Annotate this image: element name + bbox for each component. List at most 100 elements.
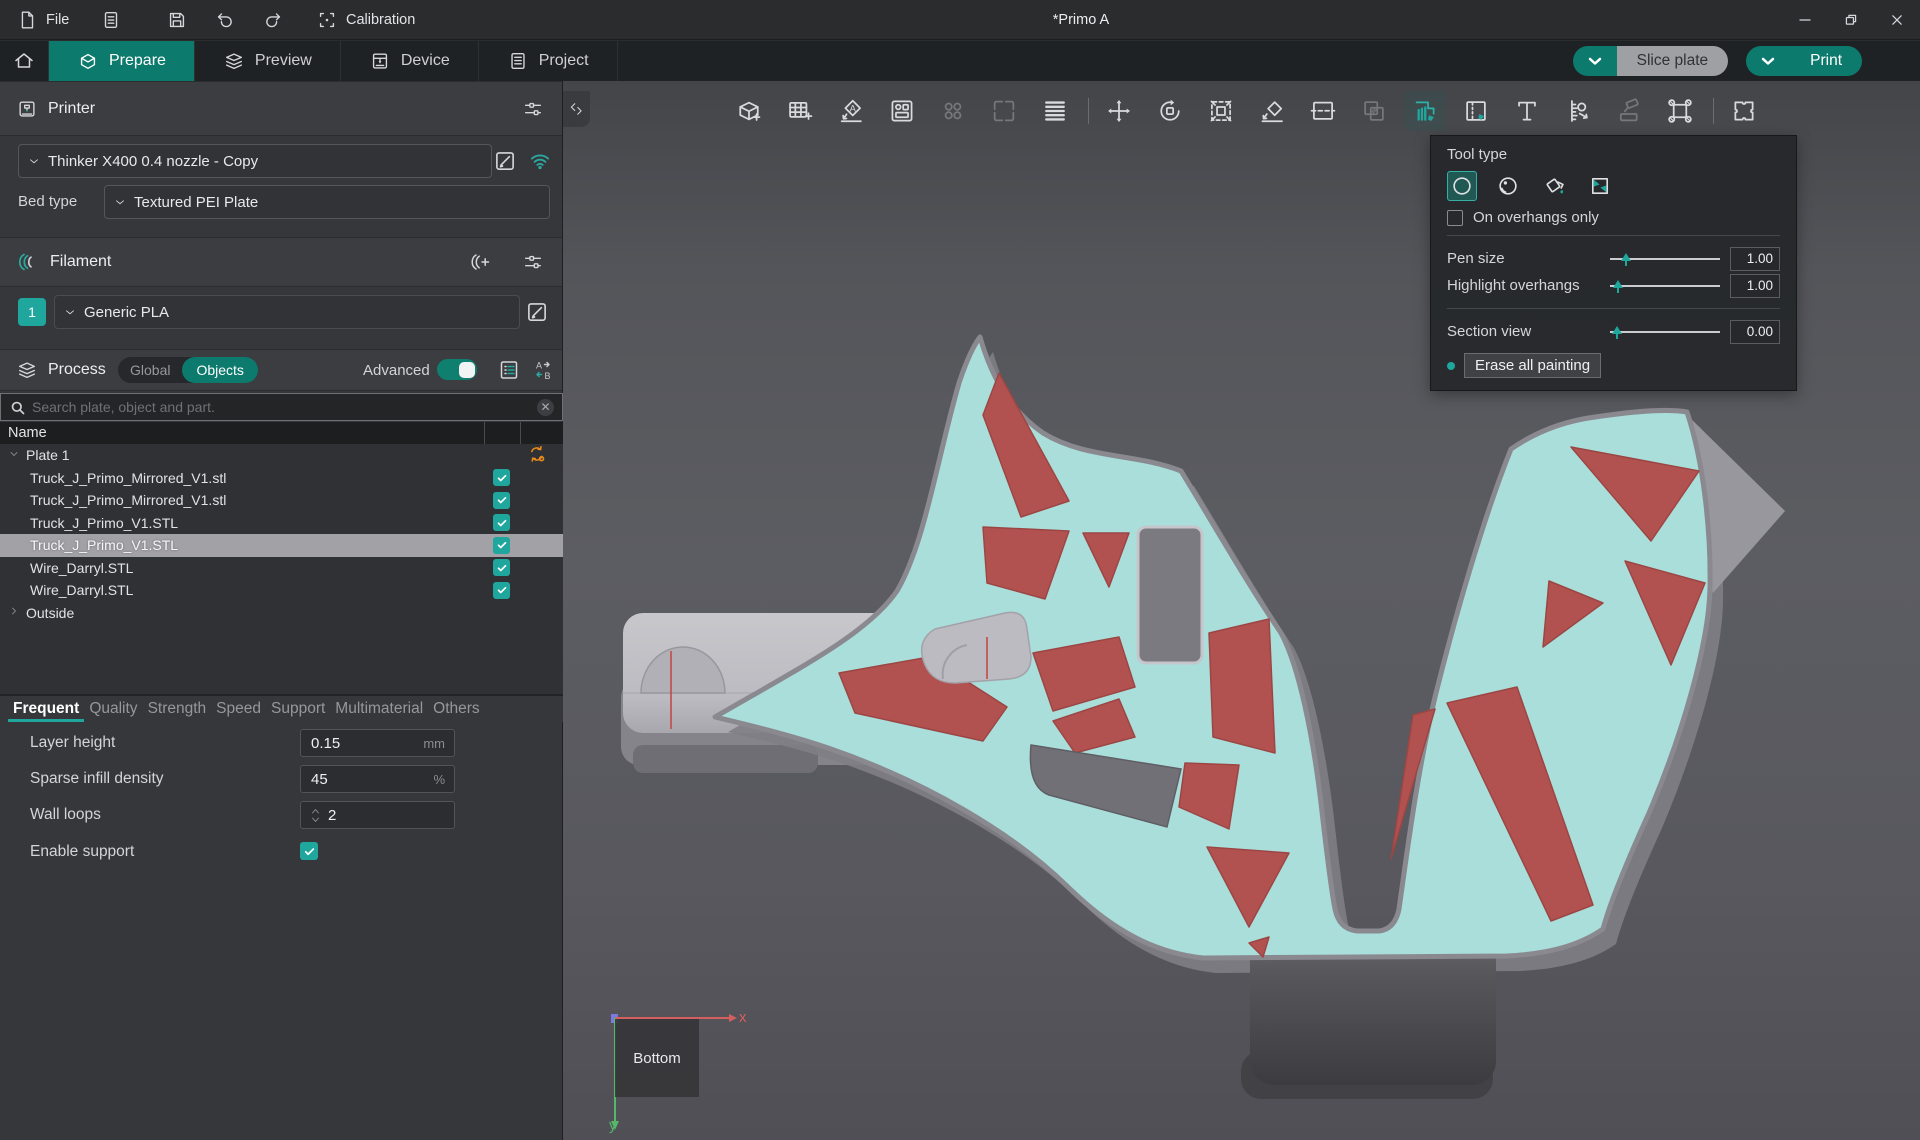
close-button[interactable] <box>1874 0 1920 40</box>
visibility-checkbox[interactable] <box>493 582 510 599</box>
slider-handle[interactable] <box>1612 326 1622 334</box>
object-row[interactable]: Truck_J_Primo_Mirrored_V1.stl <box>0 489 563 512</box>
slider-handle[interactable] <box>1613 280 1623 288</box>
filament-slot-badge[interactable]: 1 <box>18 298 46 326</box>
save-button[interactable] <box>166 0 188 40</box>
minimize-button[interactable] <box>1782 0 1828 40</box>
visibility-checkbox[interactable] <box>493 492 510 509</box>
tab-prepare[interactable]: Prepare <box>49 41 195 81</box>
layer-height-input[interactable] <box>301 735 401 752</box>
filament-section-title: Filament <box>50 253 111 271</box>
print-dropdown-button[interactable] <box>1746 46 1790 76</box>
slider-handle[interactable] <box>1621 253 1631 261</box>
slice-plate-button[interactable]: Slice plate <box>1617 46 1729 76</box>
column-divider <box>484 422 485 446</box>
pen-size-value[interactable]: 1.00 <box>1730 247 1780 271</box>
object-row[interactable]: Wire_Darryl.STL <box>0 557 563 580</box>
visibility-checkbox[interactable] <box>493 537 510 554</box>
parameter-table-icon[interactable] <box>497 358 521 382</box>
object-row[interactable]: Truck_J_Primo_V1.STL <box>0 512 563 535</box>
settings-tab-multimaterial[interactable]: Multimaterial <box>330 696 428 722</box>
scope-objects-button[interactable]: Objects <box>182 357 257 383</box>
print-button[interactable]: Print <box>1790 46 1862 76</box>
check-icon <box>496 472 508 484</box>
plate-row[interactable]: Plate 1 <box>0 444 563 467</box>
wall-loops-input[interactable] <box>322 807 422 824</box>
menu-button[interactable] <box>100 0 122 40</box>
tab-project[interactable]: Project <box>479 41 618 81</box>
search-clear-button[interactable]: ✕ <box>537 399 554 416</box>
visibility-checkbox[interactable] <box>493 469 510 486</box>
viewport-3d[interactable]: A <box>563 81 1920 1140</box>
slice-dropdown-button[interactable] <box>1573 46 1617 76</box>
advanced-toggle[interactable] <box>437 359 477 380</box>
filament-settings-icon[interactable] <box>522 251 544 273</box>
restore-button[interactable] <box>1828 0 1874 40</box>
settings-tab-support[interactable]: Support <box>266 696 330 722</box>
settings-tab-others[interactable]: Others <box>428 696 485 722</box>
expand-caret-icon[interactable] <box>8 605 20 617</box>
printer-icon <box>16 98 38 120</box>
scope-global-button[interactable]: Global <box>118 362 182 378</box>
enable-support-checkbox[interactable] <box>300 842 318 860</box>
gap-fill-tool-icon[interactable] <box>1585 171 1615 201</box>
view-cube[interactable]: Bottom x y <box>603 1009 763 1139</box>
object-label: Truck_J_Primo_Mirrored_V1.stl <box>0 492 226 508</box>
wifi-icon[interactable] <box>527 148 553 174</box>
file-menu-label: File <box>46 12 69 28</box>
printer-settings-icon[interactable] <box>522 98 544 120</box>
enable-support-row: Enable support <box>0 838 563 868</box>
refresh-plate-icon[interactable] <box>527 444 548 465</box>
add-filament-icon[interactable] <box>468 250 492 274</box>
object-row[interactable]: Truck_J_Primo_Mirrored_V1.stl <box>0 467 563 490</box>
highlight-overhangs-value[interactable]: 1.00 <box>1730 274 1780 298</box>
compare-presets-icon[interactable]: AB <box>531 358 555 382</box>
pen-size-slider[interactable] <box>1610 251 1720 267</box>
file-menu[interactable]: File <box>16 0 69 40</box>
visibility-checkbox[interactable] <box>493 559 510 576</box>
section-view-value[interactable]: 0.00 <box>1730 320 1780 344</box>
collapse-caret-icon[interactable] <box>8 448 20 460</box>
edit-printer-icon[interactable] <box>492 148 518 174</box>
settings-tab-speed[interactable]: Speed <box>211 696 266 722</box>
overhangs-checkbox[interactable] <box>1447 210 1463 226</box>
print-group: Print <box>1746 46 1862 76</box>
infill-density-input[interactable] <box>301 771 401 788</box>
circle-brush-icon[interactable] <box>1447 171 1477 201</box>
fill-tool-icon[interactable] <box>1539 171 1569 201</box>
home-button[interactable] <box>0 41 49 81</box>
redo-icon <box>262 9 284 31</box>
calibration-icon <box>316 9 338 31</box>
highlight-overhangs-slider[interactable] <box>1610 278 1720 294</box>
tab-project-label: Project <box>539 52 589 70</box>
object-row[interactable]: Wire_Darryl.STL <box>0 579 563 602</box>
object-row[interactable]: Truck_J_Primo_V1.STL <box>0 534 563 557</box>
view-cube-face[interactable]: Bottom <box>615 1019 699 1097</box>
slice-print-actions: Slice plate Print <box>1573 41 1862 81</box>
search-input[interactable] <box>32 399 531 415</box>
outside-row[interactable]: Outside <box>0 602 563 625</box>
tab-device[interactable]: Device <box>341 41 479 81</box>
bed-type-select[interactable]: Textured PEI Plate <box>104 185 550 219</box>
settings-tab-quality[interactable]: Quality <box>84 696 142 722</box>
redo-button[interactable] <box>262 0 284 40</box>
filament-select[interactable]: Generic PLA <box>54 295 520 329</box>
paint-panel-title: Tool type <box>1447 146 1780 163</box>
stepper-icon[interactable] <box>309 807 322 824</box>
calibration-menu[interactable]: Calibration <box>316 0 415 40</box>
scope-toggle: Global Objects <box>118 357 258 383</box>
section-view-slider[interactable] <box>1610 324 1720 340</box>
column-divider <box>520 422 521 446</box>
settings-tab-frequent[interactable]: Frequent <box>8 696 84 722</box>
infill-density-label: Sparse infill density <box>30 770 164 788</box>
visibility-checkbox[interactable] <box>493 514 510 531</box>
process-section-header: Process Global Objects Advanced AB <box>0 349 562 391</box>
printer-select[interactable]: Thinker X400 0.4 nozzle - Copy <box>18 144 492 178</box>
settings-tab-strength[interactable]: Strength <box>143 696 212 722</box>
paint-tool-panel: Tool type On overhangs only Pen size 1.0… <box>1430 135 1797 391</box>
sphere-brush-icon[interactable] <box>1493 171 1523 201</box>
erase-all-painting-button[interactable]: Erase all painting <box>1464 353 1601 378</box>
edit-filament-icon[interactable] <box>524 299 550 325</box>
undo-button[interactable] <box>214 0 236 40</box>
tab-preview[interactable]: Preview <box>195 41 341 81</box>
